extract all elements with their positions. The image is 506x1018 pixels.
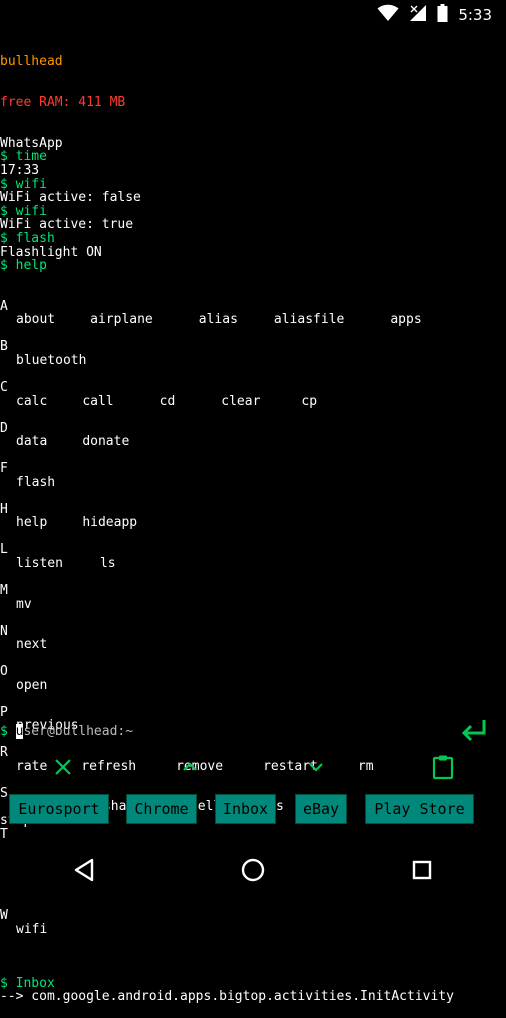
help-command: airplane	[90, 312, 153, 328]
prompt-dollar: $	[0, 724, 8, 739]
clock: 5:33	[458, 6, 492, 24]
command-line: $ Inbox	[0, 975, 55, 991]
output-line: Flashlight ON	[0, 244, 102, 260]
app-button-inbox[interactable]: Inbox	[215, 794, 276, 824]
help-command: flash	[16, 474, 56, 490]
help-command-row: wifi	[0, 921, 506, 937]
output-line: WiFi active: false	[0, 190, 141, 206]
help-command: alias	[198, 312, 238, 328]
close-icon[interactable]	[43, 749, 83, 785]
command-line: $ flash	[0, 230, 55, 246]
app-button-ebay[interactable]: eBay	[295, 794, 347, 824]
free-ram: free RAM: 411 MB	[0, 94, 126, 110]
help-command: cd	[159, 393, 176, 409]
app-button-play-store[interactable]: Play Store	[365, 794, 474, 824]
help-group-letter: B	[0, 339, 8, 355]
output-line: WiFi active: true	[0, 217, 134, 233]
help-command-row: calc call cd clear cp	[0, 395, 506, 409]
help-command-row: data donate	[0, 435, 506, 449]
help-group-letter: P	[0, 704, 8, 720]
recents-icon[interactable]	[392, 840, 452, 900]
help-command: help	[16, 515, 48, 531]
help-group-letter: D	[0, 420, 8, 436]
help-group-letter: W	[0, 907, 8, 923]
help-group-letter: H	[0, 501, 8, 517]
help-command: cp	[301, 393, 318, 409]
navigation-bar	[0, 840, 506, 900]
output-line: --> com.google.android.apps.bigtop.activ…	[0, 989, 454, 1005]
output-line: WhatsApp	[0, 135, 63, 151]
wifi-icon	[377, 4, 399, 26]
help-command: donate	[82, 434, 130, 450]
help-group-letter: N	[0, 623, 8, 639]
help-command: hideapp	[82, 515, 138, 531]
help-command: call	[82, 393, 114, 409]
help-group-letter: F	[0, 461, 8, 477]
device-name: bullhead	[0, 54, 63, 70]
prompt-path: ser@bullhead:~	[23, 724, 134, 739]
help-command: open	[16, 677, 48, 693]
command-line: $ time	[0, 149, 47, 165]
help-command: about	[16, 312, 56, 328]
help-group-letter: L	[0, 542, 8, 558]
help-command: bluetooth	[16, 353, 87, 369]
help-command-row: bluetooth	[0, 354, 506, 368]
app-button-chrome[interactable]: Chrome	[126, 794, 197, 824]
help-command-row: mv	[0, 596, 506, 612]
help-command: calc	[16, 393, 48, 409]
signal-off-icon	[409, 4, 427, 26]
command-line: $ help	[0, 258, 47, 274]
battery-icon	[437, 4, 448, 26]
app-shortcuts: Eurosport Chrome Inbox eBay Play Store	[0, 794, 506, 826]
help-command-row: next	[0, 638, 506, 652]
input-prompt[interactable]: $ user@bullhead:~	[0, 724, 133, 739]
help-command: ls	[99, 555, 116, 571]
chevron-up-icon[interactable]	[170, 749, 210, 785]
help-command: apps	[390, 312, 422, 328]
command-line: $ wifi	[0, 176, 47, 192]
help-group-letter: M	[0, 582, 8, 598]
help-command-row: help hideapp	[0, 516, 506, 530]
help-command-row: flash	[0, 476, 506, 490]
help-group-letter: A	[0, 298, 8, 314]
help-command: next	[16, 637, 48, 653]
help-command: data	[16, 434, 48, 450]
help-group-letter: C	[0, 380, 8, 396]
help-command: wifi	[16, 921, 48, 937]
help-command-row: open	[0, 679, 506, 693]
output-line: 17:33	[0, 162, 40, 178]
help-command-row: about airplane alias aliasfile apps	[0, 313, 506, 327]
status-bar: 5:33	[0, 0, 506, 30]
help-group-letter: O	[0, 664, 8, 680]
home-icon[interactable]	[223, 840, 283, 900]
back-icon[interactable]	[54, 840, 114, 900]
app-button-eurosport[interactable]: Eurosport	[9, 794, 109, 824]
enter-icon[interactable]	[460, 718, 488, 748]
help-command: aliasfile	[273, 312, 345, 328]
tool-bar	[0, 748, 506, 786]
help-command: listen	[16, 555, 63, 571]
help-command: mv	[16, 596, 32, 612]
chevron-down-icon[interactable]	[296, 749, 336, 785]
clipboard-icon[interactable]	[423, 749, 463, 785]
help-command-row: listen ls	[0, 557, 506, 571]
command-line: $ wifi	[0, 203, 47, 219]
help-command: clear	[221, 393, 261, 409]
